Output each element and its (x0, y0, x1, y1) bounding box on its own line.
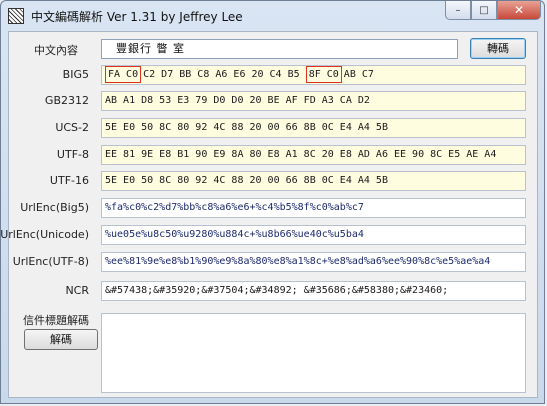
utf16-label: UTF-16 (49, 174, 89, 187)
gb2312-label: GB2312 (44, 94, 89, 107)
urlenc-unicode-field[interactable]: %ue05e%u8c50%u9280%u884c+%u8b66%ue40c%u5… (101, 225, 526, 245)
ncr-field[interactable]: &#57438;&#35920;&#37504;&#34892; &#35686… (101, 281, 526, 301)
urlenc-utf8-field[interactable]: %ee%81%9e%e8%b1%90%e9%8a%80%e8%a1%8c+%e8… (101, 252, 526, 272)
ucs2-label: UCS-2 (55, 121, 89, 134)
chinese-text-input[interactable]: 豐銀行 瞥 室 (101, 39, 458, 59)
client-area: 中文內容 豐銀行 瞥 室 轉碼 BIG5 FA C0 C2 D7 BB C8 A6… (0, 31, 538, 398)
decode-label: 信件標題解碼 (23, 314, 89, 327)
decode-button[interactable]: 解碼 (24, 329, 98, 350)
urlenc-big5-label: UrlEnc(Big5) (20, 201, 89, 214)
big5-highlight-2: 8F C0 (305, 66, 342, 83)
app-window: 中文編碼解析 Ver 1.31 by Jeffrey Lee – □ ✕ 中文內… (0, 0, 545, 404)
ucs2-field[interactable]: 5E E0 50 8C 80 92 4C 88 20 00 66 8B 0C E… (101, 118, 526, 138)
utf8-label: UTF-8 (56, 148, 89, 161)
utf8-field[interactable]: EE 81 9E E8 B1 90 E9 8A 80 E8 A1 8C 20 E… (101, 145, 526, 165)
big5-highlight-1: FA C0 (105, 66, 142, 83)
ncr-label: NCR (65, 284, 89, 297)
big5-field[interactable]: FA C0 C2 D7 BB C8 A6 E6 20 C4 B5 8F C0 AB … (101, 65, 526, 85)
urlenc-big5-field[interactable]: %fa%c0%c2%d7%bb%c8%a6%e6+%c4%b5%8f%c0%ab… (101, 198, 526, 218)
urlenc-utf8-label: UrlEnc(UTF-8) (12, 255, 89, 268)
urlenc-unicode-label: UrlEnc(Unicode) (0, 228, 89, 241)
big5-middle: C2 D7 BB C8 A6 E6 20 C4 B5 (143, 69, 300, 80)
app-icon[interactable] (8, 8, 24, 24)
title-bar[interactable]: 中文編碼解析 Ver 1.31 by Jeffrey Lee – □ ✕ (1, 1, 546, 31)
convert-button[interactable]: 轉碼 (470, 38, 526, 59)
decode-textarea[interactable] (101, 313, 526, 393)
close-button[interactable]: ✕ (497, 1, 541, 20)
big5-tail: AB C7 (343, 69, 374, 80)
maximize-button[interactable]: □ (471, 1, 497, 20)
window-title: 中文編碼解析 Ver 1.31 by Jeffrey Lee (31, 10, 243, 24)
gb2312-field[interactable]: AB A1 D8 53 E3 79 D0 D0 20 BE AF FD A3 C… (101, 91, 526, 111)
minimize-button[interactable]: – (445, 1, 471, 20)
input-label: 中文內容 (34, 44, 78, 57)
big5-label: BIG5 (62, 68, 89, 81)
utf16-field[interactable]: 5E E0 50 8C 80 92 4C 88 20 00 66 8B 0C E… (101, 171, 526, 191)
